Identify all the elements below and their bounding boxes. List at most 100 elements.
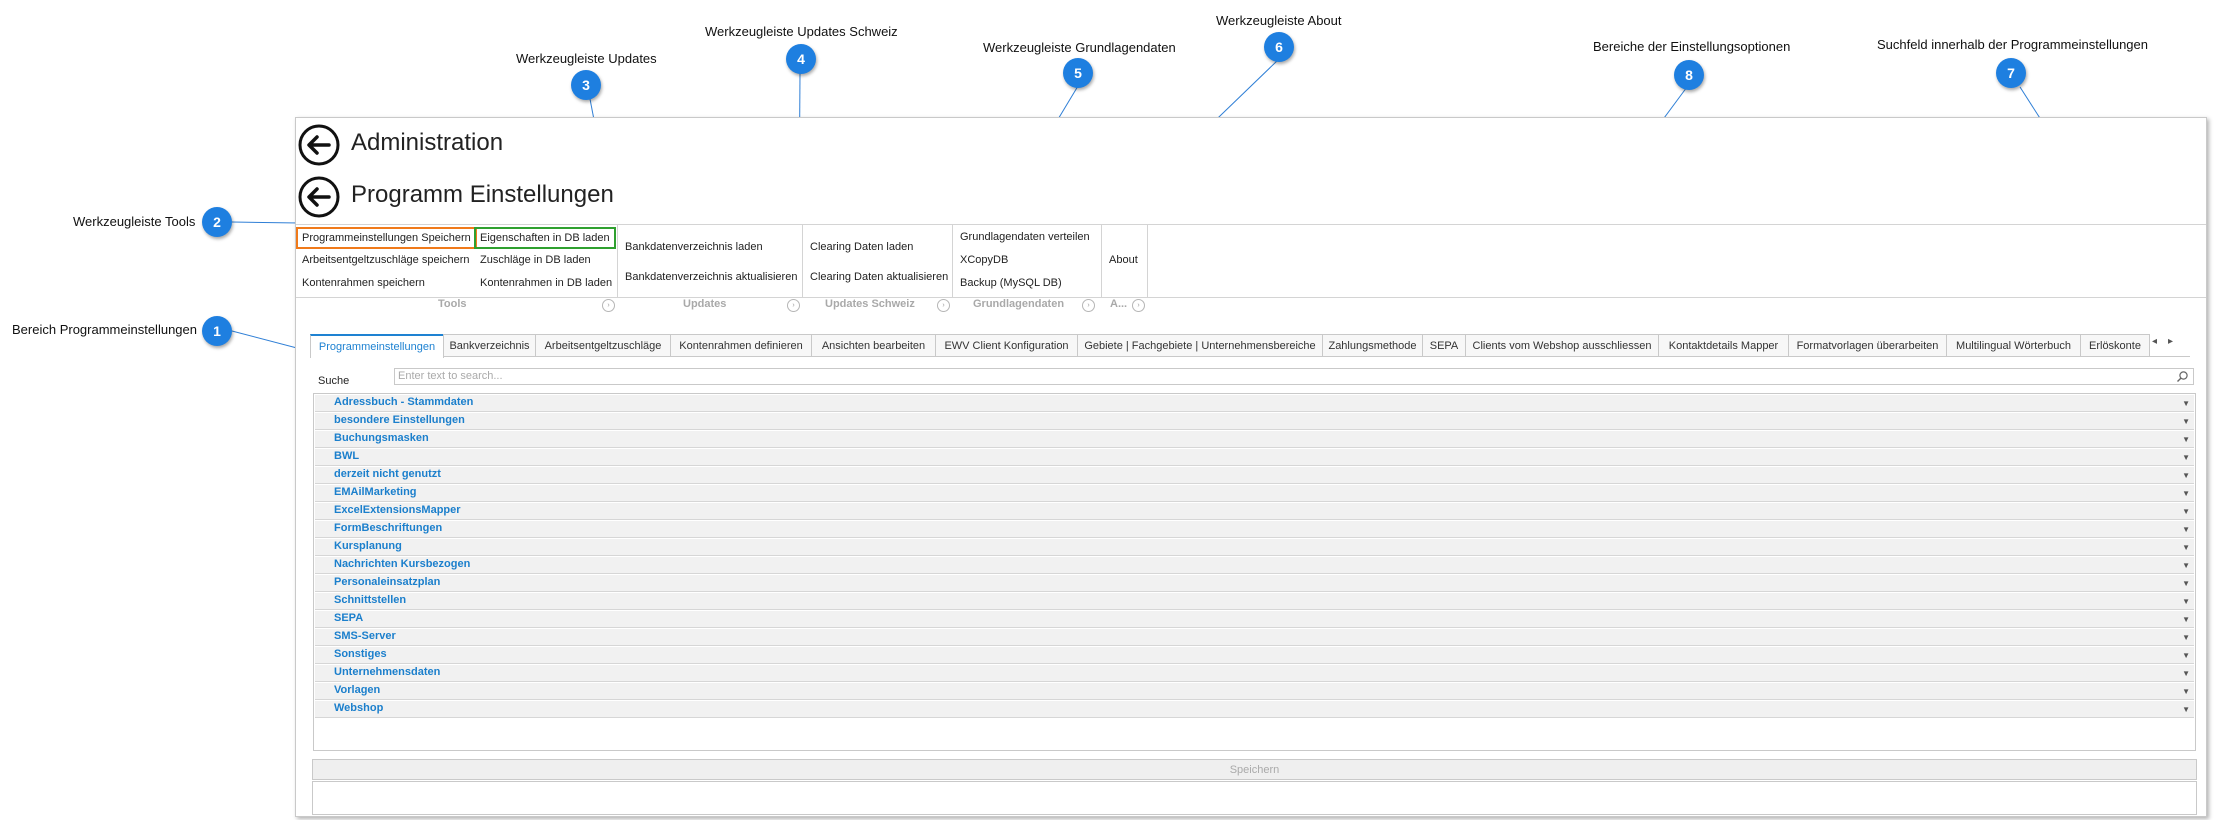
category-label: Webshop xyxy=(334,702,384,714)
category-row[interactable]: Personaleinsatzplan ▼ xyxy=(315,575,2194,592)
search-input[interactable]: Enter text to search... xyxy=(394,368,2194,385)
chevron-down-icon[interactable]: ▼ xyxy=(2182,471,2190,480)
tab-ewv-client-konfiguration[interactable]: EWV Client Konfiguration xyxy=(935,334,1078,356)
category-label: Buchungsmasken xyxy=(334,432,429,444)
back-arrow-icon[interactable] xyxy=(298,176,340,218)
tab-multilingual-woerterbuch[interactable]: Multilingual Wörterbuch xyxy=(1946,334,2081,356)
category-row[interactable]: Vorlagen ▼ xyxy=(315,683,2194,700)
category-label: SEPA xyxy=(334,612,364,624)
clearing-daten-aktualisieren-button[interactable]: Clearing Daten aktualisieren xyxy=(806,268,952,286)
tab-gebiete-fachgebiete[interactable]: Gebiete | Fachgebiete | Unternehmensbere… xyxy=(1077,334,1323,356)
category-label: besondere Einstellungen xyxy=(334,414,465,426)
group-label-updates: Updates xyxy=(683,298,727,310)
page-title: Programm Einstellungen xyxy=(351,181,614,208)
tab-bankverzeichnis[interactable]: Bankverzeichnis xyxy=(443,334,536,356)
category-row[interactable]: Webshop ▼ xyxy=(315,701,2194,718)
about-button[interactable]: About xyxy=(1105,251,1142,269)
category-label: FormBeschriftungen xyxy=(334,522,443,534)
bankdatenverzeichnis-aktualisieren-button[interactable]: Bankdatenverzeichnis aktualisieren xyxy=(621,268,801,286)
category-label: Personaleinsatzplan xyxy=(334,576,441,588)
breadcrumb-administration[interactable]: Administration xyxy=(351,129,503,157)
grundlagendaten-verteilen-button[interactable]: Grundlagendaten verteilen xyxy=(956,228,1094,246)
eigenschaften-in-db-laden-button[interactable]: Eigenschaften in DB laden xyxy=(474,227,616,249)
speichern-button[interactable]: Speichern xyxy=(312,759,2197,780)
chevron-down-icon[interactable]: ▼ xyxy=(2182,453,2190,462)
category-row[interactable]: SEPA ▼ xyxy=(315,611,2194,628)
group-label-tools: Tools xyxy=(438,298,467,310)
chevron-down-icon[interactable]: ▼ xyxy=(2182,507,2190,516)
category-row[interactable]: Nachrichten Kursbezogen ▼ xyxy=(315,557,2194,574)
group-label-grundlagendaten: Grundlagendaten xyxy=(973,298,1065,310)
group-expand-icon[interactable]: › xyxy=(602,299,615,312)
kontenrahmen-speichern-button[interactable]: Kontenrahmen speichern xyxy=(298,274,429,292)
chevron-down-icon[interactable]: ▼ xyxy=(2182,489,2190,498)
category-row[interactable]: Buchungsmasken ▼ xyxy=(315,431,2194,448)
chevron-down-icon[interactable]: ▼ xyxy=(2182,579,2190,588)
tab-scroll-right-icon[interactable]: ▸ xyxy=(2168,336,2173,347)
group-expand-icon[interactable]: › xyxy=(787,299,800,312)
chevron-down-icon[interactable]: ▼ xyxy=(2182,417,2190,426)
category-row[interactable]: Schnittstellen ▼ xyxy=(315,593,2194,610)
chevron-down-icon[interactable]: ▼ xyxy=(2182,543,2190,552)
category-row[interactable]: BWL ▼ xyxy=(315,449,2194,466)
tab-zahlungsmethode[interactable]: Zahlungsmethode xyxy=(1322,334,1423,356)
annotation-label-2: Werkzeugleiste Tools xyxy=(73,214,196,229)
group-expand-icon[interactable]: › xyxy=(1082,299,1095,312)
annotation-label-7: Suchfeld innerhalb der Programmeinstellu… xyxy=(1877,37,2148,52)
arbeitsentgeltzuschlaege-speichern-button[interactable]: Arbeitsentgeltzuschläge speichern xyxy=(298,251,474,269)
category-label: Kursplanung xyxy=(334,540,402,552)
category-label: EMAilMarketing xyxy=(334,486,417,498)
chevron-down-icon[interactable]: ▼ xyxy=(2182,633,2190,642)
tab-clients-vom-webshop[interactable]: Clients vom Webshop ausschliessen xyxy=(1465,334,1659,356)
clearing-daten-laden-button[interactable]: Clearing Daten laden xyxy=(806,238,917,256)
bankdatenverzeichnis-laden-button[interactable]: Bankdatenverzeichnis laden xyxy=(621,238,767,256)
xcopydb-button[interactable]: XCopyDB xyxy=(956,251,1012,269)
tab-sepa[interactable]: SEPA xyxy=(1422,334,1466,356)
category-row[interactable]: Unternehmensdaten ▼ xyxy=(315,665,2194,682)
category-row[interactable]: Kursplanung ▼ xyxy=(315,539,2194,556)
category-row[interactable]: SMS-Server ▼ xyxy=(315,629,2194,646)
zuschlaege-in-db-laden-button[interactable]: Zuschläge in DB laden xyxy=(476,251,595,269)
tab-programmeinstellungen[interactable]: Programmeinstellungen xyxy=(310,334,444,358)
annotation-label-8: Bereiche der Einstellungsoptionen xyxy=(1593,39,1791,54)
chevron-down-icon[interactable]: ▼ xyxy=(2182,435,2190,444)
search-icon[interactable] xyxy=(2176,370,2189,383)
group-expand-icon[interactable]: › xyxy=(1132,299,1145,312)
category-row[interactable]: besondere Einstellungen ▼ xyxy=(315,413,2194,430)
backup-mysql-db-button[interactable]: Backup (MySQL DB) xyxy=(956,274,1066,292)
tab-kontenrahmen-definieren[interactable]: Kontenrahmen definieren xyxy=(670,334,812,356)
tab-scroll-left-icon[interactable]: ◂ xyxy=(2152,336,2157,347)
chevron-down-icon[interactable]: ▼ xyxy=(2182,399,2190,408)
chevron-down-icon[interactable]: ▼ xyxy=(2182,525,2190,534)
tab-arbeitsentgeltzuschlaege[interactable]: Arbeitsentgeltzuschläge xyxy=(535,334,671,356)
tab-erloeskonten[interactable]: Erlöskonte xyxy=(2080,334,2150,356)
chevron-down-icon[interactable]: ▼ xyxy=(2182,687,2190,696)
tab-formatvorlagen[interactable]: Formatvorlagen überarbeiten xyxy=(1788,334,1947,356)
category-row[interactable]: Sonstiges ▼ xyxy=(315,647,2194,664)
kontenrahmen-in-db-laden-button[interactable]: Kontenrahmen in DB laden xyxy=(476,274,616,292)
category-row[interactable]: FormBeschriftungen ▼ xyxy=(315,521,2194,538)
back-arrow-icon[interactable] xyxy=(298,124,340,166)
chevron-down-icon[interactable]: ▼ xyxy=(2182,705,2190,714)
category-row[interactable]: derzeit nicht genutzt ▼ xyxy=(315,467,2194,484)
group-expand-icon[interactable]: › xyxy=(937,299,950,312)
tab-ansichten-bearbeiten[interactable]: Ansichten bearbeiten xyxy=(811,334,936,356)
category-label: BWL xyxy=(334,450,360,462)
category-label: Unternehmensdaten xyxy=(334,666,441,678)
category-label: ExcelExtensionsMapper xyxy=(334,504,461,516)
category-row[interactable]: Adressbuch - Stammdaten ▼ xyxy=(315,395,2194,412)
chevron-down-icon[interactable]: ▼ xyxy=(2182,651,2190,660)
chevron-down-icon[interactable]: ▼ xyxy=(2182,597,2190,606)
chevron-down-icon[interactable]: ▼ xyxy=(2182,561,2190,570)
chevron-down-icon[interactable]: ▼ xyxy=(2182,669,2190,678)
tab-kontaktdetails-mapper[interactable]: Kontaktdetails Mapper xyxy=(1658,334,1789,356)
ribbon-group-about: About xyxy=(1101,225,1148,297)
category-row[interactable]: EMAilMarketing ▼ xyxy=(315,485,2194,502)
annotation-label-3: Werkzeugleiste Updates xyxy=(516,51,657,66)
programmeinstellungen-speichern-button[interactable]: Programmeinstellungen Speichern xyxy=(296,227,477,249)
category-row[interactable]: ExcelExtensionsMapper ▼ xyxy=(315,503,2194,520)
chevron-down-icon[interactable]: ▼ xyxy=(2182,615,2190,624)
annotation-label-1: Bereich Programmeinstellungen xyxy=(12,322,197,337)
settings-category-list: Adressbuch - Stammdaten ▼ besondere Einste… xyxy=(313,393,2196,751)
category-label: derzeit nicht genutzt xyxy=(334,468,441,480)
